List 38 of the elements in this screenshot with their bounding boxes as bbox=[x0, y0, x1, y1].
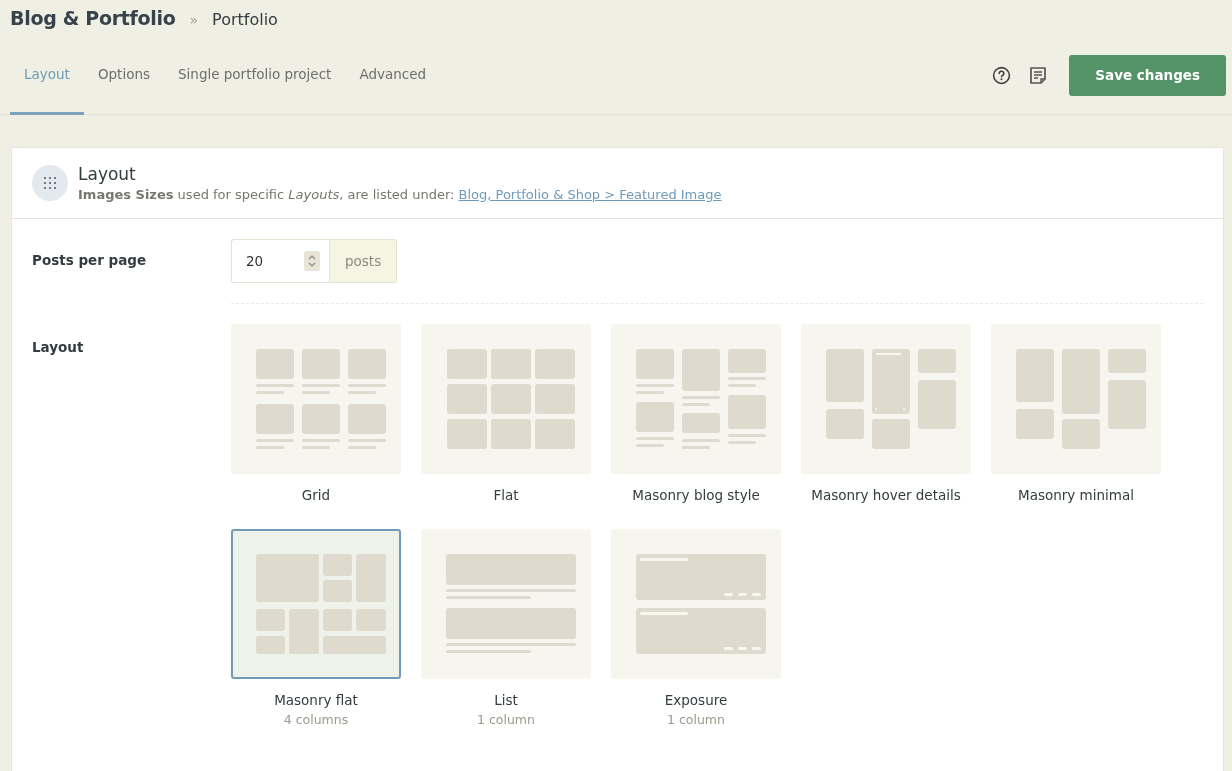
help-icon[interactable] bbox=[992, 65, 1012, 85]
layout-name: Masonry hover details bbox=[811, 487, 961, 503]
field-label: Posts per page bbox=[32, 251, 148, 270]
layout-option[interactable] bbox=[421, 324, 591, 474]
layout-option[interactable] bbox=[421, 529, 591, 679]
layout-option[interactable] bbox=[611, 529, 781, 679]
column-count: 4 columns bbox=[283, 712, 349, 727]
field-label: Layout bbox=[32, 338, 85, 357]
spinner-icon[interactable] bbox=[304, 251, 320, 271]
layout-option[interactable] bbox=[801, 324, 971, 474]
layout-name: List bbox=[494, 692, 518, 708]
breadcrumb-separator: » bbox=[189, 12, 199, 28]
layout-name: Exposure bbox=[664, 692, 728, 708]
layout-option[interactable] bbox=[231, 529, 401, 679]
layout-name: Masonry blog style bbox=[632, 487, 760, 503]
layout-option[interactable] bbox=[231, 324, 401, 474]
section-title: Layout bbox=[78, 164, 137, 184]
section-description: Images Sizes used for specific Layouts, are listed under: Blog, Portfolio & Shop > Featured Image bbox=[78, 187, 722, 202]
layout-option[interactable] bbox=[991, 324, 1161, 474]
layout-name: Grid bbox=[301, 487, 331, 503]
note-icon[interactable] bbox=[1029, 65, 1048, 85]
layout-name: Flat bbox=[493, 487, 519, 503]
posts-per-page-field[interactable]: 20 bbox=[231, 239, 329, 283]
tab[interactable]: Advanced bbox=[345, 35, 441, 115]
layout-name: Masonry minimal bbox=[1018, 487, 1134, 503]
tab[interactable]: Single portfolio project bbox=[164, 35, 346, 115]
page-title: Portfolio bbox=[212, 10, 278, 29]
unit-label: posts bbox=[329, 239, 398, 283]
column-count: 1 column bbox=[667, 712, 725, 727]
layout-name: Masonry flat bbox=[274, 692, 358, 708]
featured-image-link[interactable]: Blog, Portfolio & Shop > Featured Image bbox=[458, 187, 722, 202]
layout-option[interactable] bbox=[611, 324, 781, 474]
save-button[interactable]: Save changes bbox=[1069, 54, 1226, 96]
grid-dots-icon bbox=[32, 165, 68, 201]
tab[interactable]: Layout bbox=[10, 35, 84, 115]
tab[interactable]: Options bbox=[83, 35, 164, 115]
column-count: 1 column bbox=[477, 712, 535, 727]
breadcrumb-parent[interactable]: Blog & Portfolio bbox=[10, 7, 176, 29]
